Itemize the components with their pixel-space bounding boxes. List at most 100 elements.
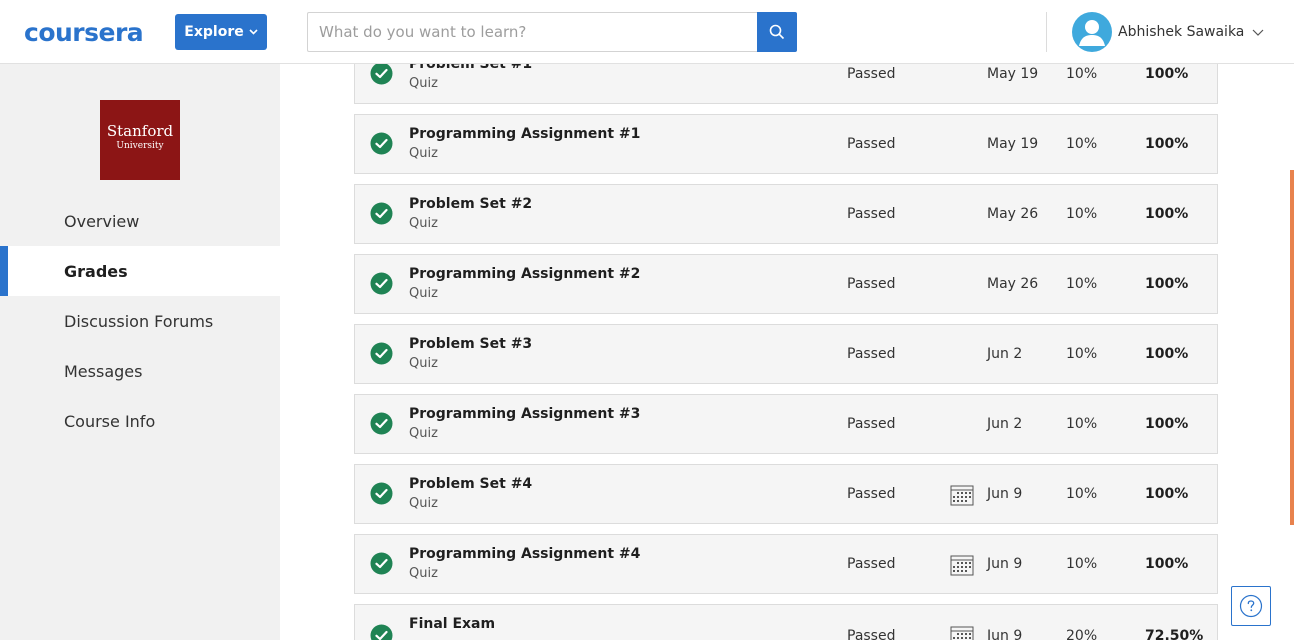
check-circle-icon [370, 342, 393, 365]
item-grade: 100% [1145, 416, 1189, 432]
grade-row[interactable]: Final Exam Passed Jun 9 20% 72.50% [354, 604, 1218, 640]
item-weight: 10% [1066, 136, 1098, 152]
item-status: Passed [847, 66, 896, 82]
chevron-down-icon [1252, 29, 1264, 36]
calendar-icon[interactable] [950, 484, 974, 506]
grade-row[interactable]: Problem Set #4 Quiz Passed Jun 9 10% 100… [354, 464, 1218, 524]
user-menu[interactable]: Abhishek Sawaika [1072, 12, 1264, 52]
sidebar-item-course-info[interactable]: Course Info [0, 396, 280, 446]
check-circle-icon [370, 132, 393, 155]
calendar-icon[interactable] [950, 625, 974, 640]
item-status: Passed [847, 416, 896, 432]
item-status: Passed [847, 486, 896, 502]
item-type: Quiz [409, 426, 438, 441]
item-type: Quiz [409, 496, 438, 511]
item-grade: 100% [1145, 206, 1189, 222]
search-input[interactable] [307, 12, 758, 52]
item-weight: 10% [1066, 346, 1098, 362]
item-weight: 10% [1066, 206, 1098, 222]
course-sidebar: Stanford University Overview Grades Disc… [0, 64, 280, 640]
grade-row[interactable]: Problem Set #3 Quiz Passed Jun 2 10% 100… [354, 324, 1218, 384]
item-grade: 100% [1145, 136, 1189, 152]
help-icon [1239, 594, 1263, 618]
item-type: Quiz [409, 76, 438, 91]
item-due-date: May 19 [987, 66, 1039, 82]
item-due-date: Jun 2 [987, 416, 1023, 432]
item-weight: 20% [1066, 628, 1098, 640]
item-title[interactable]: Final Exam [409, 616, 495, 632]
item-weight: 10% [1066, 276, 1098, 292]
item-title[interactable]: Programming Assignment #3 [409, 406, 640, 422]
item-status: Passed [847, 628, 896, 640]
item-title[interactable]: Problem Set #2 [409, 196, 532, 212]
item-type: Quiz [409, 146, 438, 161]
item-weight: 10% [1066, 486, 1098, 502]
item-grade: 100% [1145, 346, 1189, 362]
item-weight: 10% [1066, 556, 1098, 572]
sidebar-item-label: Messages [64, 361, 143, 381]
university-logo-line2: University [116, 141, 164, 151]
check-circle-icon [370, 482, 393, 505]
grade-row[interactable]: Problem Set #2 Quiz Passed May 26 10% 10… [354, 184, 1218, 244]
university-logo[interactable]: Stanford University [100, 100, 180, 180]
calendar-icon[interactable] [950, 554, 974, 576]
item-due-date: Jun 9 [987, 556, 1023, 572]
item-status: Passed [847, 206, 896, 222]
item-due-date: May 26 [987, 276, 1039, 292]
item-due-date: Jun 2 [987, 346, 1023, 362]
check-circle-icon [370, 624, 393, 640]
top-header: coursera Explore Abhishek Sawaika [0, 0, 1294, 64]
check-circle-icon [370, 412, 393, 435]
item-weight: 10% [1066, 416, 1098, 432]
help-button[interactable] [1231, 586, 1271, 626]
check-circle-icon [370, 202, 393, 225]
grade-row[interactable]: Programming Assignment #2 Quiz Passed Ma… [354, 254, 1218, 314]
item-grade: 100% [1145, 66, 1189, 82]
item-grade: 100% [1145, 556, 1189, 572]
item-type: Quiz [409, 286, 438, 301]
check-circle-icon [370, 64, 393, 85]
item-title[interactable]: Programming Assignment #4 [409, 546, 640, 562]
sidebar-item-grades[interactable]: Grades [0, 246, 280, 296]
chevron-down-icon [249, 29, 258, 35]
search-button[interactable] [757, 12, 797, 52]
scroll-indicator[interactable] [1290, 170, 1294, 525]
item-status: Passed [847, 556, 896, 572]
sidebar-item-messages[interactable]: Messages [0, 346, 280, 396]
item-grade: 100% [1145, 486, 1189, 502]
sidebar-item-overview[interactable]: Overview [0, 196, 280, 246]
grade-row[interactable]: Problem Set #1 Quiz Passed May 19 10% 10… [354, 64, 1218, 104]
grade-row[interactable]: Programming Assignment #4 Quiz Passed Ju… [354, 534, 1218, 594]
item-due-date: Jun 9 [987, 486, 1023, 502]
explore-label: Explore [184, 24, 244, 40]
item-grade: 100% [1145, 276, 1189, 292]
coursera-logo[interactable]: coursera [24, 18, 144, 47]
item-due-date: May 26 [987, 206, 1039, 222]
item-type: Quiz [409, 216, 438, 231]
item-title[interactable]: Problem Set #1 [409, 64, 532, 72]
item-title[interactable]: Problem Set #4 [409, 476, 532, 492]
header-divider [1046, 12, 1047, 52]
sidebar-item-discussion-forums[interactable]: Discussion Forums [0, 296, 280, 346]
item-weight: 10% [1066, 66, 1098, 82]
user-silhouette-icon [1079, 20, 1105, 46]
avatar [1072, 12, 1112, 52]
search-icon [769, 24, 785, 40]
item-title[interactable]: Programming Assignment #2 [409, 266, 640, 282]
grade-row[interactable]: Programming Assignment #3 Quiz Passed Ju… [354, 394, 1218, 454]
item-type: Quiz [409, 356, 438, 371]
item-title[interactable]: Problem Set #3 [409, 336, 532, 352]
sidebar-item-label: Grades [64, 261, 128, 281]
item-status: Passed [847, 346, 896, 362]
grades-list: Problem Set #1 Quiz Passed May 19 10% 10… [280, 64, 1294, 640]
sidebar-item-label: Course Info [64, 411, 156, 431]
item-due-date: May 19 [987, 136, 1039, 152]
grade-row[interactable]: Programming Assignment #1 Quiz Passed Ma… [354, 114, 1218, 174]
user-name: Abhishek Sawaika [1118, 24, 1245, 40]
sidebar-item-label: Discussion Forums [64, 311, 214, 331]
item-status: Passed [847, 276, 896, 292]
explore-button[interactable]: Explore [175, 14, 267, 50]
item-grade: 72.50% [1145, 628, 1204, 640]
item-title[interactable]: Programming Assignment #1 [409, 126, 640, 142]
check-circle-icon [370, 552, 393, 575]
